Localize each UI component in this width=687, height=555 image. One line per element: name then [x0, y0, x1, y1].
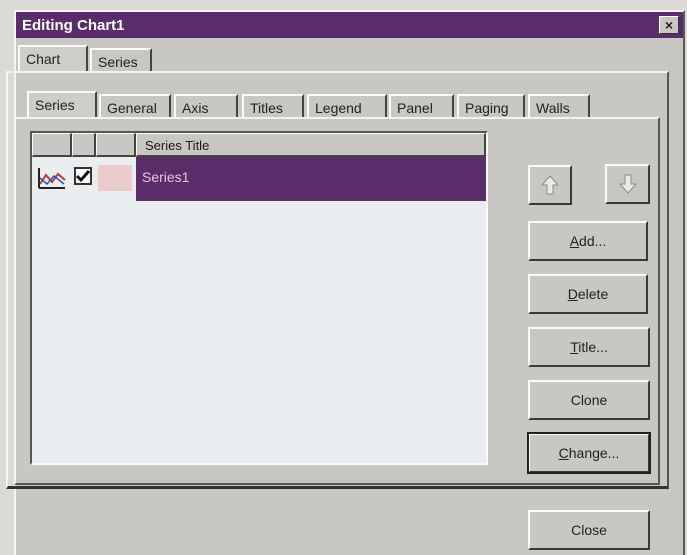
subtab-paging[interactable]: Paging [457, 94, 525, 118]
subtab-titles[interactable]: Titles [242, 94, 304, 118]
series-color-swatch[interactable] [98, 165, 132, 191]
close-button[interactable]: Close [528, 510, 650, 550]
line-chart-icon [37, 166, 67, 193]
window-title: Editing Chart1 [22, 16, 125, 34]
subtab-axis[interactable]: Axis [174, 94, 238, 118]
down-arrow-icon [618, 174, 637, 194]
close-icon: × [664, 17, 674, 33]
subtab-panel[interactable]: Panel [389, 94, 454, 118]
subtab-general[interactable]: General [99, 94, 171, 118]
change-series-button[interactable]: Change... [527, 432, 651, 474]
close-window-button[interactable]: × [659, 16, 679, 34]
subtab-series[interactable]: Series [27, 91, 97, 117]
change-button-label: Change... [558, 445, 620, 461]
add-button-label: Add... [569, 233, 607, 249]
column-header-blank-1[interactable] [32, 133, 72, 157]
clone-button-label: Clone [570, 392, 608, 408]
subtab-legend[interactable]: Legend [307, 94, 387, 118]
delete-button-label: Delete [567, 286, 609, 302]
column-header-blank-3[interactable] [96, 133, 136, 157]
tab-series-top[interactable]: Series [90, 48, 152, 72]
title-bar[interactable]: Editing Chart1 × [16, 12, 683, 38]
column-header-series-title[interactable]: Series Title [136, 133, 486, 157]
checkmark-icon [75, 170, 91, 183]
delete-series-button[interactable]: Delete [528, 274, 648, 314]
series-row-title[interactable]: Series1 [136, 157, 486, 201]
series-visible-checkbox[interactable] [74, 167, 92, 185]
up-arrow-icon [540, 175, 560, 195]
close-button-label: Close [571, 522, 607, 538]
series-list[interactable]: Series Title Series1 [30, 131, 488, 465]
series-title-button[interactable]: Title... [528, 327, 650, 367]
series-row-icons[interactable] [32, 157, 136, 201]
column-header-blank-2[interactable] [72, 133, 96, 157]
move-up-button[interactable] [528, 165, 572, 205]
subtab-walls[interactable]: Walls [528, 94, 590, 118]
add-series-button[interactable]: Add... [528, 221, 648, 261]
title-button-label: Title... [570, 339, 608, 355]
tab-chart[interactable]: Chart [18, 45, 88, 71]
clone-series-button[interactable]: Clone [528, 380, 650, 420]
move-down-button[interactable] [605, 164, 650, 204]
